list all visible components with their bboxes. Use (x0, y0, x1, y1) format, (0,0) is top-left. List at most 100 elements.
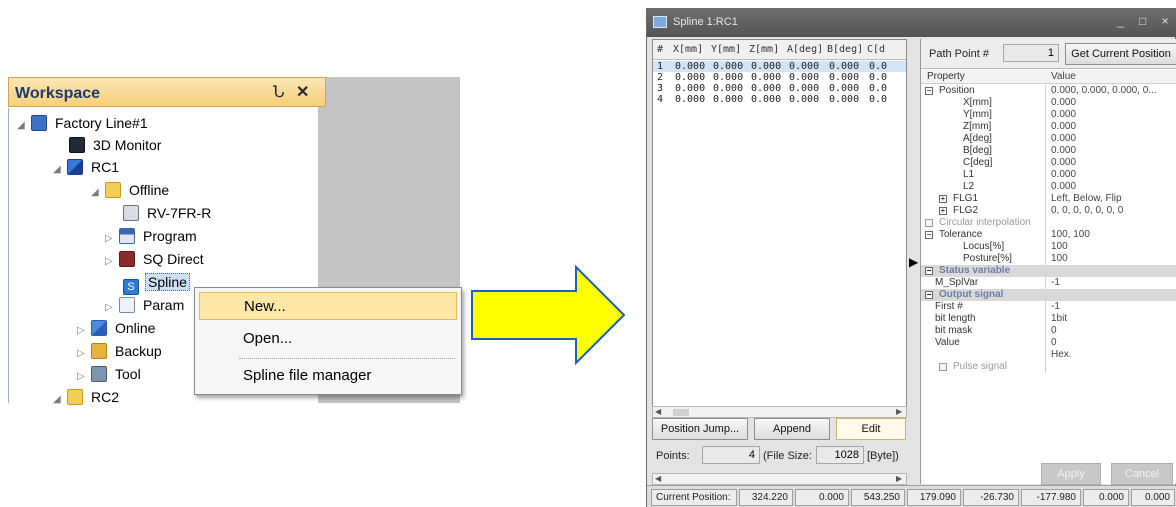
scrollbar-thumb[interactable] (673, 409, 689, 416)
property-key: Tolerance (939, 229, 983, 240)
property-key: B[deg] (963, 145, 992, 156)
property-row[interactable]: − Tolerance 100, 100 (921, 229, 1176, 241)
spline-titlebar: Spline 1:RC1 _ □ × (647, 9, 1176, 37)
tree-node-sq-direct[interactable]: ▷ SQ Direct (105, 248, 206, 270)
column-header[interactable]: A[deg] (787, 44, 823, 55)
expand-icon[interactable]: ▷ (77, 343, 91, 365)
property-row[interactable]: A[deg] 0.000 (921, 133, 1176, 145)
menu-item-new[interactable]: New... (199, 292, 457, 320)
checkbox[interactable] (939, 363, 947, 371)
expand-box-icon[interactable]: + (939, 195, 947, 203)
property-row[interactable]: + FLG1 Left, Below, Flip (921, 193, 1176, 205)
expand-box-icon[interactable]: + (939, 207, 947, 215)
property-row[interactable]: Value 0 (921, 337, 1176, 349)
property-row[interactable]: + FLG2 0, 0, 0, 0, 0, 0, 0 (921, 205, 1176, 217)
tree-node-rc2[interactable]: ◢ RC2 (53, 386, 121, 408)
property-key: FLG2 (953, 205, 979, 216)
tree-node-factory-line[interactable]: ◢ Factory Line#1 (17, 112, 150, 134)
points-info: Points: 4 (File Size: 1028 [Byte]) (652, 445, 907, 471)
tree-node-spline[interactable]: S Spline (123, 271, 190, 295)
menu-item-open[interactable]: Open... (199, 325, 457, 353)
close-icon[interactable]: ✕ (296, 82, 309, 102)
property-key: L2 (963, 181, 975, 192)
tree-node-online[interactable]: ▷ Online (77, 317, 157, 339)
table-row[interactable]: 4 0.000 0.000 0.000 0.000 0.000 0.0 (653, 94, 906, 105)
splitter-arrow-icon[interactable]: ▶ (909, 255, 918, 269)
property-row[interactable]: L1 0.000 (921, 169, 1176, 181)
checkbox[interactable] (925, 219, 933, 227)
column-header[interactable]: B[deg] (827, 44, 863, 55)
current-position-l1: 0.000 (1083, 489, 1129, 506)
table-cell: 0.000 (675, 94, 706, 105)
menu-item-spline-file-manager[interactable]: Spline file manager (199, 362, 457, 390)
property-row[interactable]: Locus[%] 100 (921, 241, 1176, 253)
bottom-scrollbar[interactable]: ◀ ▶ (652, 473, 907, 485)
tree-node-backup[interactable]: ▷ Backup (77, 340, 164, 362)
table-row[interactable]: 1 0.000 0.000 0.000 0.000 0.000 0.0 (653, 61, 906, 72)
property-row[interactable]: Circular interpolation (921, 217, 1176, 229)
property-row[interactable]: Hex. (921, 349, 1176, 361)
column-header[interactable]: # (657, 44, 663, 55)
expand-icon[interactable]: ▷ (105, 251, 119, 273)
property-row[interactable]: B[deg] 0.000 (921, 145, 1176, 157)
property-row[interactable]: First # -1 (921, 301, 1176, 313)
property-row[interactable]: M_SplVar -1 (921, 277, 1176, 289)
collapse-icon[interactable]: ◢ (53, 389, 67, 411)
scroll-right-icon[interactable]: ▶ (896, 474, 902, 483)
tree-node-rv-7fr-r[interactable]: RV-7FR-R (123, 202, 213, 224)
property-key: Posture[%] (963, 253, 1012, 264)
cancel-button[interactable]: Cancel (1111, 463, 1173, 485)
property-row[interactable]: L2 0.000 (921, 181, 1176, 193)
workspace-header: Workspace Ն ✕ (8, 77, 326, 107)
collapse-box-icon[interactable]: − (925, 87, 933, 95)
scroll-left-icon[interactable]: ◀ (655, 474, 661, 483)
scroll-left-icon[interactable]: ◀ (655, 407, 661, 416)
table-row[interactable]: 3 0.000 0.000 0.000 0.000 0.000 0.0 (653, 83, 906, 94)
property-row[interactable]: X[mm] 0.000 (921, 97, 1176, 109)
collapse-icon[interactable]: ◢ (17, 115, 31, 137)
column-header[interactable]: X[mm] (673, 44, 703, 55)
collapse-box-icon[interactable]: − (925, 231, 933, 239)
tree-node-offline[interactable]: ◢ Offline (91, 179, 171, 201)
append-button[interactable]: Append (754, 418, 830, 440)
expand-icon[interactable]: ▷ (105, 228, 119, 250)
property-row[interactable]: − Position 0.000, 0.000, 0.000, 0... (921, 85, 1176, 97)
pin-icon[interactable]: Ն (273, 82, 285, 102)
collapse-icon[interactable]: ◢ (91, 182, 105, 204)
column-header[interactable]: Z[mm] (749, 44, 779, 55)
get-current-position-button[interactable]: Get Current Position (1065, 43, 1176, 65)
column-header[interactable]: C[d (867, 44, 885, 55)
scroll-right-icon[interactable]: ▶ (896, 407, 902, 416)
property-row[interactable]: bit length 1bit (921, 313, 1176, 325)
collapse-box-icon[interactable]: − (925, 291, 933, 299)
column-header[interactable]: Y[mm] (711, 44, 741, 55)
property-row[interactable]: Y[mm] 0.000 (921, 109, 1176, 121)
property-row[interactable]: bit mask 0 (921, 325, 1176, 337)
property-row[interactable]: Pulse signal (921, 361, 1176, 373)
position-jump-button[interactable]: Position Jump... (652, 418, 748, 440)
expand-icon[interactable]: ▷ (105, 297, 119, 319)
property-row[interactable]: − Output signal (921, 289, 1176, 301)
property-row[interactable]: Z[mm] 0.000 (921, 121, 1176, 133)
edit-button[interactable]: Edit (836, 418, 906, 440)
tree-node-program[interactable]: ▷ Program (105, 225, 199, 247)
tree-node-param[interactable]: ▷ Param (105, 294, 186, 316)
tree-node-3d-monitor[interactable]: 3D Monitor (69, 134, 163, 156)
property-row[interactable]: Posture[%] 100 (921, 253, 1176, 265)
workspace-panel: Workspace Ն ✕ ◢ Factory Line#1 3D Monitor… (8, 77, 462, 405)
property-grid-header: Property Value (921, 70, 1176, 84)
expand-icon[interactable]: ▷ (77, 320, 91, 342)
table-horizontal-scrollbar[interactable]: ◀ ▶ (652, 406, 907, 418)
expand-icon[interactable]: ▷ (77, 366, 91, 388)
tree-node-rc1[interactable]: ◢ RC1 (53, 156, 121, 178)
path-point-input[interactable]: 1 (1003, 44, 1059, 62)
tree-node-label: Spline (145, 273, 190, 291)
property-row[interactable]: − Status variable (921, 265, 1176, 277)
table-row[interactable]: 2 0.000 0.000 0.000 0.000 0.000 0.0 (653, 72, 906, 83)
collapse-icon[interactable]: ◢ (53, 159, 67, 181)
apply-button[interactable]: Apply (1041, 463, 1101, 485)
property-row[interactable]: C[deg] 0.000 (921, 157, 1176, 169)
window-controls[interactable]: _ □ × (1117, 14, 1175, 28)
tree-node-tool[interactable]: ▷ Tool (77, 363, 143, 385)
collapse-box-icon[interactable]: − (925, 267, 933, 275)
